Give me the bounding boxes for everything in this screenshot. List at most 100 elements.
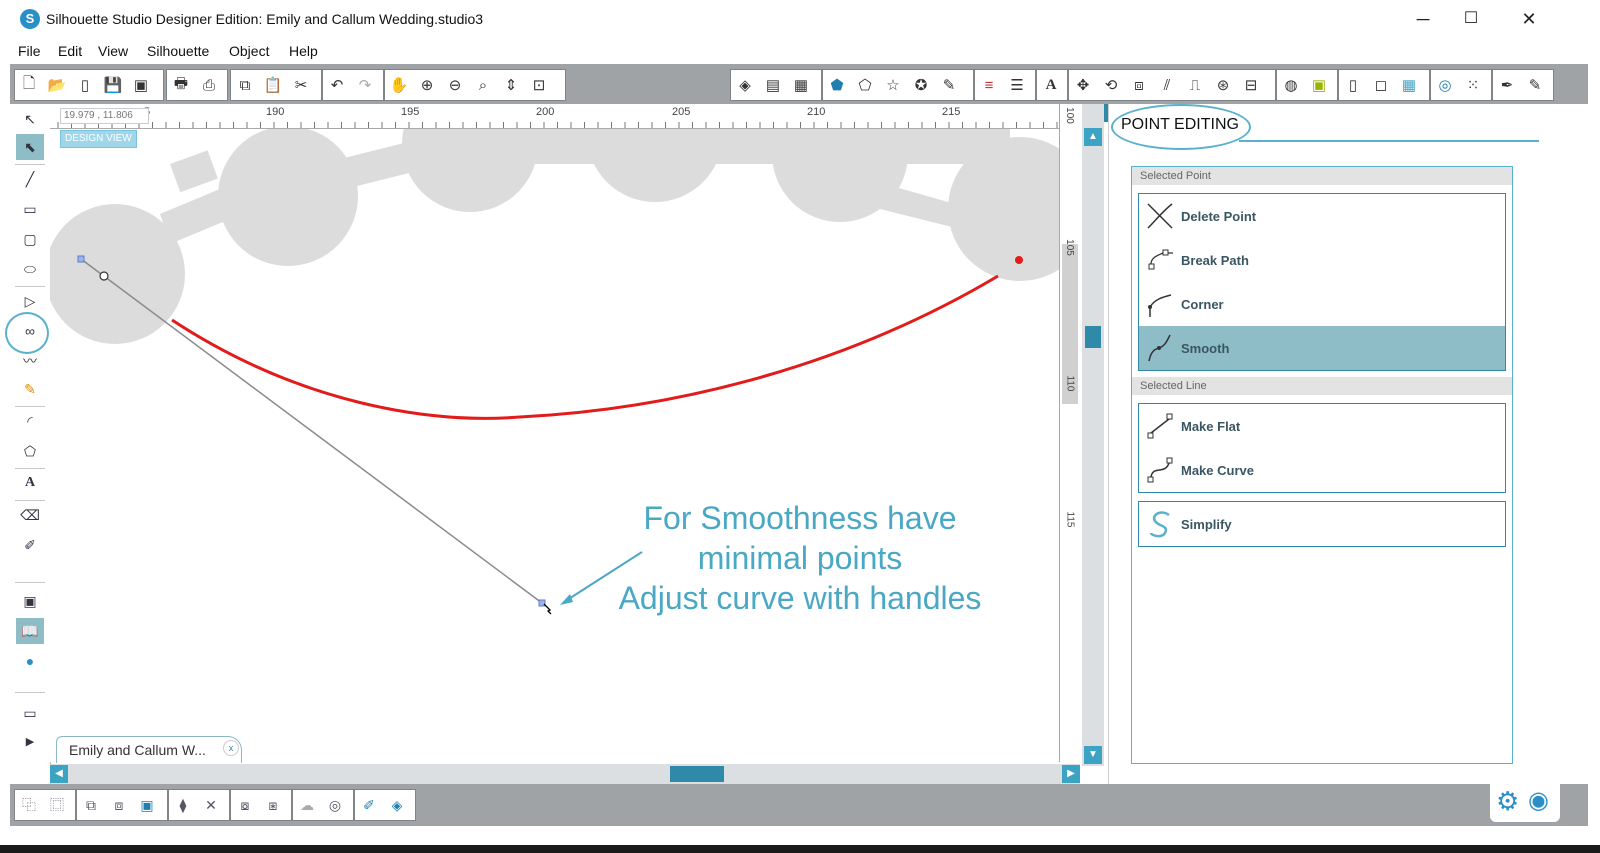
scroll-down-icon[interactable]: ▼ — [1084, 746, 1102, 764]
document-tab[interactable]: Emily and Callum W... x — [56, 736, 242, 763]
zoom-out-icon[interactable]: ⊖ — [441, 71, 469, 99]
print-icon[interactable]: 🖶 — [167, 71, 195, 99]
save-library-icon[interactable]: ▣ — [127, 71, 155, 99]
window-view-icon[interactable]: ▭ — [16, 700, 44, 726]
send-panel-icon[interactable]: ▶ — [16, 728, 44, 754]
menu-edit[interactable]: Edit — [58, 43, 82, 59]
star-icon[interactable]: ☆ — [879, 71, 907, 99]
text-style-icon[interactable]: A — [1037, 71, 1065, 99]
close-button[interactable]: ✕ — [1506, 4, 1552, 34]
delete-point-button[interactable]: Delete Point — [1139, 194, 1505, 238]
close-tab-icon[interactable]: x — [223, 740, 239, 756]
new-file-icon[interactable]: 🗋 — [15, 71, 43, 99]
trace-brush-icon[interactable]: ✐ — [355, 791, 383, 819]
redo-icon[interactable]: ↷ — [351, 71, 379, 99]
trace-icon[interactable]: ◍ — [1277, 71, 1305, 99]
page-setup-icon[interactable]: ▣ — [1305, 71, 1333, 99]
release-compound-icon[interactable]: ⧈ — [105, 791, 133, 819]
scroll-left-icon[interactable]: ◀ — [50, 765, 68, 783]
shape-outline-icon[interactable]: ⬠ — [851, 71, 879, 99]
ungroup-icon[interactable]: ⿴ — [43, 791, 71, 819]
rounded-rectangle-tool-icon[interactable]: ▢ — [16, 226, 44, 252]
send-icon[interactable]: ✎ — [1521, 71, 1549, 99]
line-color-icon[interactable]: ≡ — [975, 71, 1003, 99]
zoom-select-icon[interactable]: ⌕ — [469, 71, 497, 99]
scale-icon[interactable]: ⧈ — [1125, 71, 1153, 99]
gradient-icon[interactable]: ▤ — [759, 71, 787, 99]
align-icon[interactable]: ✥ — [1069, 71, 1097, 99]
pentagon-icon[interactable]: ⬟ — [823, 71, 851, 99]
zoom-in-icon[interactable]: ⊕ — [413, 71, 441, 99]
scroll-right-icon[interactable]: ▶ — [1062, 765, 1080, 783]
text-tool-icon[interactable]: A — [16, 470, 44, 496]
line-tool-icon[interactable]: ╱ — [16, 166, 44, 192]
badge-icon[interactable]: ✪ — [907, 71, 935, 99]
design-canvas[interactable]: 5 190 195 200 205 210 215 100 105 110 11… — [50, 104, 1080, 762]
smooth-freehand-tool-icon[interactable]: ✎ — [16, 376, 44, 402]
drag-zoom-icon[interactable]: ⇕ — [497, 71, 525, 99]
cloud-sync-icon[interactable]: ◉ — [1528, 786, 1549, 815]
select-arrow-icon[interactable]: ↖ — [16, 106, 44, 132]
library-icon[interactable]: ▯ — [71, 71, 99, 99]
knife-tool-icon[interactable]: ✐ — [16, 532, 44, 558]
send-to-silhouette-icon[interactable]: ⎙ — [195, 71, 223, 99]
fit-to-page-icon[interactable]: ⊡ — [525, 71, 553, 99]
settings-gear-icon[interactable]: ⚙ — [1496, 786, 1519, 817]
shear-icon[interactable]: ⫽ — [1153, 71, 1181, 99]
offset-target-icon[interactable]: ◎ — [321, 791, 349, 819]
polygon-tool-icon[interactable]: ▷ — [16, 288, 44, 314]
design-page-icon[interactable]: ▣ — [16, 588, 44, 614]
maximize-button[interactable]: ☐ — [1448, 4, 1494, 34]
registration-icon[interactable]: ◻ — [1367, 71, 1395, 99]
menu-silhouette[interactable]: Silhouette — [147, 43, 209, 59]
menu-file[interactable]: File — [18, 43, 41, 59]
horizontal-scroll-thumb[interactable] — [670, 766, 724, 782]
eraser-tool-icon[interactable]: ⌫ — [16, 502, 44, 528]
vertical-scrollbar[interactable]: ▲ ▼ — [1082, 104, 1104, 766]
rectangle-tool-icon[interactable]: ▭ — [16, 196, 44, 222]
rotate-icon[interactable]: ⟲ — [1097, 71, 1125, 99]
page-icon[interactable]: ▯ — [1339, 71, 1367, 99]
menu-view[interactable]: View — [98, 43, 128, 59]
simplify-button[interactable]: Simplify — [1139, 502, 1505, 546]
horizontal-scrollbar[interactable]: ◀ ▶ — [50, 764, 1080, 784]
dots-icon[interactable]: ⁙ — [1459, 71, 1487, 99]
line-style-icon[interactable]: ☰ — [1003, 71, 1031, 99]
regular-polygon-tool-icon[interactable]: ⬠ — [16, 438, 44, 464]
menu-object[interactable]: Object — [229, 43, 269, 59]
replicate-icon[interactable]: ⎍ — [1181, 71, 1209, 99]
cut-settings-icon[interactable]: ◈ — [383, 791, 411, 819]
modify-icon[interactable]: ⊛ — [1209, 71, 1237, 99]
minimize-button[interactable]: ─ — [1400, 4, 1446, 34]
corner-button[interactable]: Corner — [1139, 282, 1505, 326]
open-file-icon[interactable]: 📂 — [43, 71, 71, 99]
send-backward-icon[interactable]: ⧆ — [259, 791, 287, 819]
bring-forward-icon[interactable]: ⧇ — [231, 791, 259, 819]
undo-icon[interactable]: ↶ — [323, 71, 351, 99]
group-icon[interactable]: ⿻ — [15, 791, 43, 819]
weld-icon[interactable]: ▣ — [133, 791, 161, 819]
sketch-pen-icon[interactable]: ✒ — [1493, 71, 1521, 99]
delete-icon[interactable]: ✕ — [197, 791, 225, 819]
pan-hand-icon[interactable]: ✋ — [385, 71, 413, 99]
break-path-button[interactable]: Break Path — [1139, 238, 1505, 282]
duplicate-icon[interactable]: ⧫ — [169, 791, 197, 819]
make-flat-button[interactable]: Make Flat — [1139, 404, 1505, 448]
fill-color-icon[interactable]: ◈ — [731, 71, 759, 99]
ellipse-tool-icon[interactable]: ⬭ — [16, 256, 44, 282]
paste-icon[interactable]: 📋 — [259, 71, 287, 99]
make-curve-button[interactable]: Make Curve — [1139, 448, 1505, 492]
library-book-icon[interactable]: 📖 — [16, 618, 44, 644]
save-icon[interactable]: 💾 — [99, 71, 127, 99]
silhouette-store-icon[interactable]: ● — [16, 648, 44, 674]
offset-icon[interactable]: ⊟ — [1237, 71, 1265, 99]
edit-points-icon[interactable]: ⬉ — [16, 134, 44, 160]
spiral-icon[interactable]: ◎ — [1431, 71, 1459, 99]
scroll-up-icon[interactable]: ▲ — [1084, 128, 1102, 146]
make-compound-icon[interactable]: ⧉ — [77, 791, 105, 819]
freehand-tool-icon[interactable]: 〰 — [16, 348, 44, 374]
cut-icon[interactable]: ✂ — [287, 71, 315, 99]
vertical-scroll-thumb[interactable] — [1085, 326, 1101, 348]
copy-icon[interactable]: ⧉ — [231, 71, 259, 99]
grid-icon[interactable]: ▦ — [1395, 71, 1423, 99]
